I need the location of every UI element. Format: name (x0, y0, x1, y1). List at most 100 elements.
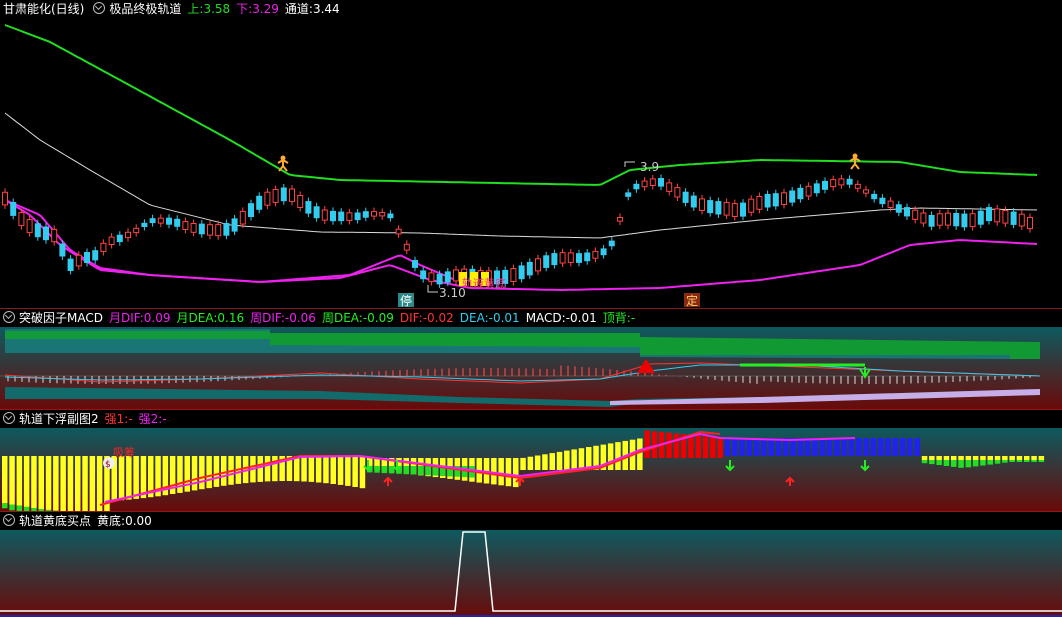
float-title[interactable]: 轨道下浮副图2 (19, 412, 99, 426)
candle-body (838, 178, 845, 186)
candle-body (690, 195, 697, 208)
candle-body (379, 212, 386, 217)
indicator-menu-icon[interactable] (93, 2, 106, 14)
candle-body (100, 242, 107, 253)
float-bar-green (987, 460, 993, 465)
float-bar (841, 438, 847, 456)
channel-label: 通道: (284, 2, 313, 16)
candle-body (51, 228, 58, 243)
float-bar (710, 437, 716, 458)
bottom-panel[interactable]: 轨道黄底买点 黄底:0.00 (0, 512, 1062, 617)
candle-body (510, 268, 517, 283)
float-bar (885, 438, 891, 456)
float-bar (899, 438, 906, 456)
candle-body (280, 187, 287, 202)
candle-body (1027, 216, 1033, 230)
candle-body (116, 234, 123, 243)
float-bar-green (381, 466, 388, 474)
w-dea-value: -0.09 (362, 311, 394, 325)
svg-text:$: $ (105, 460, 111, 470)
float-bar (724, 438, 731, 456)
float-bar (513, 458, 519, 488)
float-bar (1031, 456, 1037, 460)
float-bar-green (1009, 460, 1015, 462)
candle-body (371, 211, 377, 217)
float-bar (761, 438, 767, 456)
float-bar (359, 456, 366, 489)
candle-body (772, 193, 779, 207)
indicator-menu-icon[interactable] (3, 311, 15, 323)
float-bar (75, 456, 81, 511)
indicator-menu-icon[interactable] (3, 412, 15, 424)
candle-body (895, 204, 902, 213)
float-bar-green (929, 460, 935, 465)
candle-body (854, 183, 861, 189)
float-bar (1002, 456, 1008, 460)
float-bar (929, 456, 935, 460)
candle-body (805, 185, 812, 197)
float-bar (2, 456, 8, 504)
price-chart[interactable]: 3.9 3.10 轨道黄底 停 定 (0, 0, 1062, 308)
candle-body (871, 193, 878, 200)
float-bar-green (1031, 460, 1037, 462)
main-chart-panel[interactable]: 甘肃能化(日线) 极品终极轨道 上:3.58 下:3.29 通道:3.44 3.9 3.… (0, 0, 1062, 308)
candle-body (904, 207, 910, 217)
float-bar (578, 448, 585, 470)
float-bar (520, 457, 526, 470)
float-bar (315, 456, 322, 483)
float-panel[interactable]: $ 吸筹 轨道下浮副图2 强1:- 强2:- (0, 410, 1062, 511)
candle-body (666, 182, 673, 192)
float-bar-green (425, 466, 431, 476)
high-price-pointer (624, 161, 635, 167)
candle-body (846, 178, 853, 185)
float-bar (958, 456, 964, 460)
candle-body (953, 213, 960, 227)
bottom-title[interactable]: 轨道黄底买点 (19, 514, 91, 528)
candle-body (444, 271, 451, 283)
macd-panel[interactable]: 突破因子MACD 月DIF:0.09 月DEA:0.16 周DIF:-0.06 周DEA… (0, 309, 1062, 409)
q1-value: - (128, 412, 133, 426)
candle-body (1018, 213, 1025, 227)
candle-body (190, 223, 197, 233)
float-bar (330, 456, 336, 484)
candle-body (977, 210, 984, 225)
float-bar-green (418, 466, 424, 475)
candle-body (149, 218, 156, 224)
float-bar (337, 456, 344, 485)
candle-body (395, 228, 402, 235)
float-bar (67, 456, 74, 511)
candle-body (387, 213, 394, 219)
float-bar-green (1038, 460, 1045, 462)
yellow-bottom-value: 0.00 (125, 514, 152, 528)
candle-body (125, 231, 131, 239)
candle-body (649, 178, 656, 186)
macd-title[interactable]: 突破因子MACD (19, 311, 103, 325)
float-bar-green (9, 504, 15, 511)
candle-body (34, 223, 41, 238)
yellow-bottom-annotation: 轨道黄底 (462, 276, 506, 290)
bottom-chart[interactable] (0, 512, 1062, 617)
m-dif-label: 月DIF: (108, 311, 144, 325)
float-bar (352, 456, 358, 487)
candle-body (141, 222, 148, 228)
float-bar (812, 438, 818, 456)
float-bar-green (1024, 460, 1030, 462)
float-bar (702, 436, 709, 458)
float-bar (732, 438, 738, 456)
indicator-name[interactable]: 极品终极轨道 (109, 2, 181, 16)
candle-body (330, 210, 336, 222)
macd-header: 突破因子MACD 月DIF:0.09 月DEA:0.16 周DIF:-0.06 周DEA… (0, 309, 641, 327)
float-bar (943, 456, 950, 460)
float-bar (739, 438, 745, 456)
candle-body (239, 210, 246, 225)
candle-body (920, 212, 927, 224)
float-bar (206, 456, 212, 489)
float-bar-green (994, 460, 1001, 464)
candle-body (412, 260, 418, 268)
candle-body (592, 250, 599, 259)
main-header: 甘肃能化(日线) 极品终极轨道 上:3.58 下:3.29 通道:3.44 (0, 0, 346, 18)
indicator-menu-icon[interactable] (3, 514, 15, 526)
float-bar (637, 438, 643, 470)
float-bar (527, 456, 534, 470)
candle-body (748, 198, 755, 213)
